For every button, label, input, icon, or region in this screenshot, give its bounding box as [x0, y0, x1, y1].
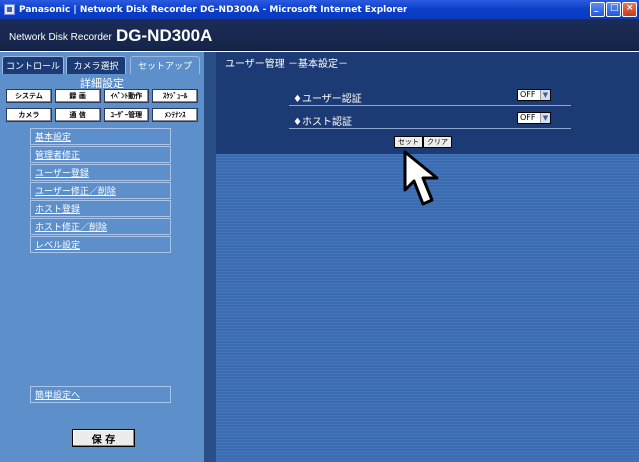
communication-button[interactable]: 通 信 [54, 108, 101, 122]
user-auth-row: ♦ユーザー認証 OFF ▼ [289, 86, 571, 106]
user-management-button[interactable]: ﾕｰｻﾞｰ管理 [103, 108, 150, 122]
product-subtitle: Network Disk Recorder [9, 32, 112, 43]
chevron-down-icon: ▼ [540, 90, 550, 100]
close-button[interactable]: × [622, 2, 637, 17]
camera-button[interactable]: カメラ [6, 108, 52, 122]
page-title: ユーザー管理 －基本設定－ [216, 52, 639, 72]
minimize-button[interactable]: _ [590, 2, 605, 17]
window-titlebar: Panasonic | Network Disk Recorder DG-ND3… [0, 0, 639, 19]
category-row-1: システム 録 画 ｲﾍﾞﾝﾄ動作 ｽｹｼﾞｭｰﾙ [6, 89, 198, 103]
product-model: DG-ND300A [116, 26, 213, 45]
window-title: Panasonic | Network Disk Recorder DG-ND3… [19, 4, 408, 15]
chevron-down-icon: ▼ [540, 113, 550, 123]
left-panel: コントロール カメラ選択 セットアップ 詳細設定 システム 録 画 ｲﾍﾞﾝﾄ動… [0, 52, 204, 462]
user-auth-select[interactable]: OFF ▼ [517, 89, 551, 101]
minimize-icon: _ [594, 3, 599, 13]
menu-host-register[interactable]: ホスト登録 [30, 200, 171, 217]
host-auth-select[interactable]: OFF ▼ [517, 112, 551, 124]
panel-divider [204, 52, 216, 462]
simple-settings-link[interactable]: 簡単設定へ [30, 386, 171, 403]
system-button[interactable]: システム [6, 89, 52, 103]
tab-control[interactable]: コントロール [2, 56, 64, 74]
host-auth-value: OFF [520, 113, 536, 122]
close-icon: × [626, 3, 634, 13]
user-auth-value: OFF [520, 90, 536, 99]
menu-user-edit-delete[interactable]: ユーザー修正／削除 [30, 182, 171, 199]
save-button[interactable]: 保 存 [72, 429, 135, 447]
event-action-button[interactable]: ｲﾍﾞﾝﾄ動作 [103, 89, 150, 103]
maintenance-button[interactable]: ﾒﾝﾃﾅﾝｽ [152, 108, 198, 122]
maximize-button[interactable]: □ [606, 2, 621, 17]
menu-admin-edit[interactable]: 管理者修正 [30, 146, 171, 163]
user-auth-label: ♦ユーザー認証 [293, 94, 362, 105]
tab-camera-select[interactable]: カメラ選択 [66, 56, 126, 74]
menu-user-register[interactable]: ユーザー登録 [30, 164, 171, 181]
tab-bar: コントロール カメラ選択 セットアップ [0, 56, 204, 74]
menu-host-edit-delete[interactable]: ホスト修正／削除 [30, 218, 171, 235]
maximize-icon: □ [610, 3, 619, 13]
main-content: ユーザー管理 －基本設定－ ♦ユーザー認証 OFF ▼ ♦ホスト認証 OFF ▼… [216, 52, 639, 462]
ie-app-icon [4, 4, 15, 15]
host-auth-label: ♦ホスト認証 [293, 117, 352, 128]
clear-button[interactable]: クリア [423, 136, 452, 148]
record-button[interactable]: 録 画 [54, 89, 101, 103]
schedule-button[interactable]: ｽｹｼﾞｭｰﾙ [152, 89, 198, 103]
host-auth-row: ♦ホスト認証 OFF ▼ [289, 109, 571, 129]
category-row-2: カメラ 通 信 ﾕｰｻﾞｰ管理 ﾒﾝﾃﾅﾝｽ [6, 108, 198, 122]
set-button[interactable]: セット [394, 136, 423, 148]
mouse-cursor-icon [403, 150, 439, 206]
tab-setup[interactable]: セットアップ [130, 56, 200, 74]
menu-basic-settings[interactable]: 基本設定 [30, 128, 171, 145]
product-header: Network Disk Recorder DG-ND300A [0, 19, 639, 51]
menu-level-settings[interactable]: レベル設定 [30, 236, 171, 253]
